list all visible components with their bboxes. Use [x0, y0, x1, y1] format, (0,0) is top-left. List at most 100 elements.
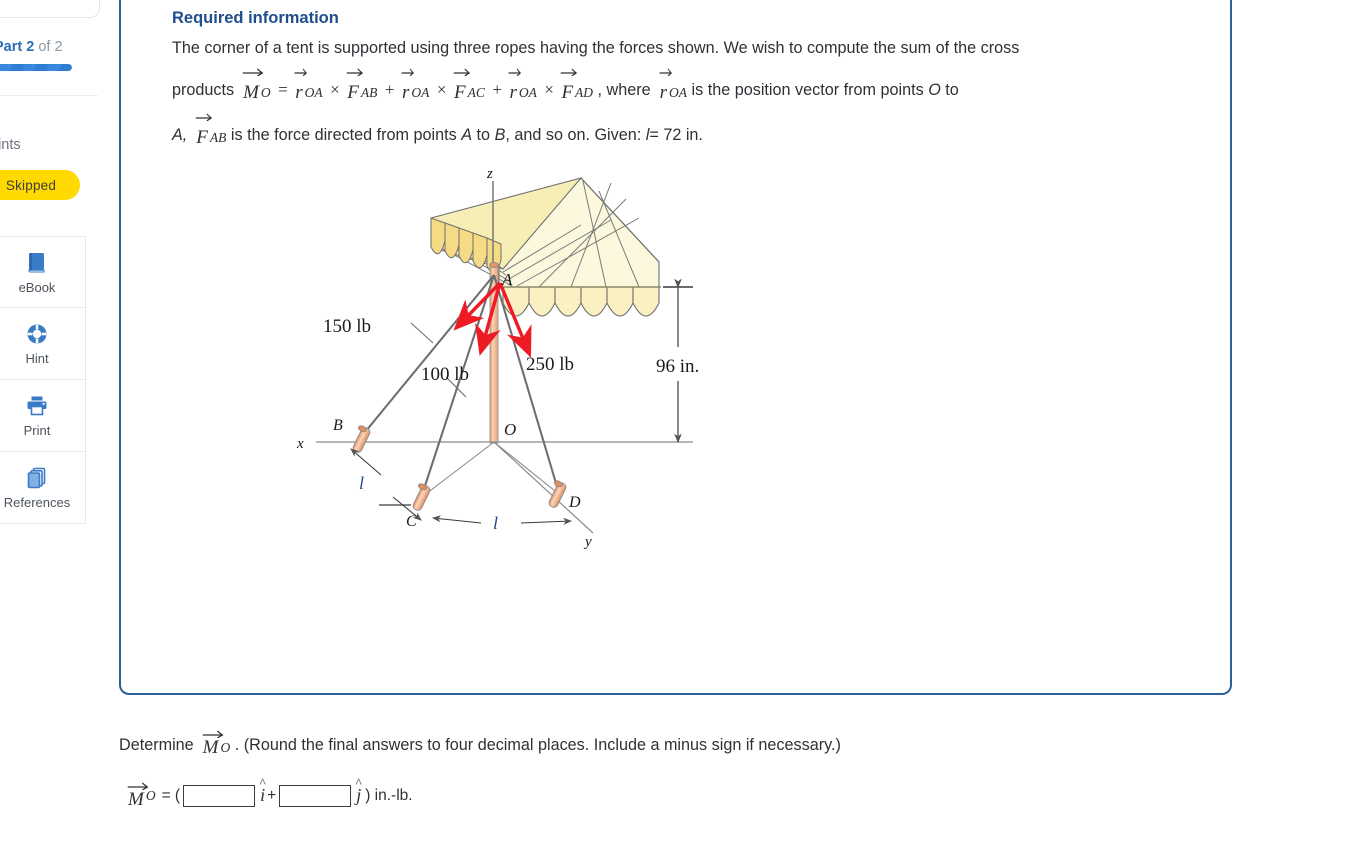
- status-badge: Skipped: [0, 170, 80, 200]
- points-label: oints: [0, 137, 21, 153]
- point-B2-italic: B: [494, 126, 506, 144]
- dimension-l-B-label: l: [359, 473, 364, 493]
- lifering-icon: [24, 321, 50, 347]
- ebook-icon: [24, 250, 50, 276]
- j-hat-accent: ^: [355, 775, 362, 790]
- progress-bar: [0, 64, 72, 71]
- stake-B: [352, 425, 371, 453]
- r-subscript-2: OA: [411, 85, 430, 100]
- given-value: = 72 in.: [649, 126, 703, 144]
- sidebar-item-hint[interactable]: Hint: [0, 308, 86, 380]
- force-vector-F-2: F: [453, 66, 471, 111]
- F-symbol-1: F: [347, 82, 359, 103]
- point-A-italic: A,: [172, 126, 188, 144]
- tail-text-1: is the position vector from points: [691, 81, 924, 99]
- plus-sign-2: +: [492, 80, 502, 99]
- answer-equation-row: MO = ( ^ i + ^ j ) in.-lb.: [127, 775, 1128, 811]
- force-label-150lb: 150 lb: [323, 316, 371, 337]
- r-symbol-3: r: [509, 82, 517, 103]
- sidebar-item-references-label: References: [3, 495, 71, 510]
- force-vector-F-3: F: [561, 66, 578, 111]
- sidebar-item-references[interactable]: References: [0, 452, 86, 524]
- dimension-96in: 96 in.: [656, 278, 699, 444]
- answer-M-subscript: O: [220, 740, 231, 755]
- answer-eq-open: = (: [161, 786, 181, 804]
- part-of-total: of 2: [38, 39, 63, 55]
- part-word: Part: [0, 39, 23, 55]
- page-title: Required information: [172, 9, 339, 27]
- moment-vector-M: M: [242, 66, 264, 111]
- to-text-2: to: [476, 126, 491, 144]
- canopy-front-scallops: [502, 286, 660, 317]
- rope-AC: [421, 274, 495, 496]
- axis-y-label: y: [583, 534, 592, 550]
- printer-icon: [24, 393, 50, 419]
- equals-sign: =: [278, 80, 288, 99]
- dimension-l-CD-label: l: [493, 513, 498, 533]
- base-line-OC: [421, 441, 495, 498]
- answer-input-j[interactable]: [279, 784, 352, 807]
- F-symbol-2: F: [453, 82, 466, 103]
- r-symbol-4: r: [659, 82, 668, 103]
- r-symbol-2: r: [401, 82, 410, 103]
- answer-input-i[interactable]: [183, 784, 256, 807]
- axis-z-label: z: [486, 166, 493, 182]
- sidebar-item-print-label: Print: [23, 423, 51, 438]
- dimension-96in-label: 96 in.: [656, 356, 699, 377]
- F-subscript-AB: AB: [360, 85, 378, 100]
- dimension-l-B: l: [350, 448, 422, 521]
- dimension-l-CD: l: [431, 513, 573, 533]
- pole-top-cap: [489, 261, 499, 269]
- force-vector-F-1: F: [346, 66, 364, 111]
- position-vector-r-2: r: [401, 66, 414, 111]
- cross-product-2: ×: [436, 80, 447, 99]
- question-panel: Required information The corner of a ten…: [119, 0, 1232, 695]
- part-number: 2: [26, 39, 35, 55]
- i-hat-accent: ^: [259, 775, 266, 790]
- position-vector-r-1: r: [294, 66, 308, 111]
- tent-diagram: z x y B C D 150 lb 100 lb 250 lb A O 96 …: [281, 165, 731, 550]
- cross-product-1: ×: [330, 80, 340, 99]
- sidebar-divider: [0, 95, 98, 96]
- F-subscript-AD: AD: [575, 85, 594, 100]
- r-subscript-3: OA: [518, 85, 537, 100]
- force-label-250lb: 250 lb: [526, 354, 574, 375]
- question-line-1: The corner of a tent is supported using …: [172, 39, 1020, 57]
- stake-C: [412, 483, 431, 511]
- j-hat-symbol: ^ j: [354, 775, 363, 806]
- determine-word: Determine: [119, 736, 194, 754]
- F-subscript-AB-2: AB: [209, 130, 227, 145]
- plus-sign-1: +: [384, 80, 395, 99]
- F-symbol-4: F: [196, 127, 208, 148]
- point-A2-italic: A: [461, 126, 473, 144]
- r-symbol: r: [295, 82, 303, 103]
- answer-units: ) in.-lb.: [365, 786, 413, 804]
- sidebar-item-ebook-label: eBook: [18, 279, 56, 295]
- sidebar-tool-list: eBook Hint Print References: [0, 236, 86, 524]
- question-text: The corner of a tent is supported using …: [172, 31, 1202, 156]
- determine-tail-text: . (Round the final answers to four decim…: [234, 736, 841, 754]
- where-text: , where: [597, 81, 651, 99]
- tail-text-2: is the force directed from points: [230, 126, 457, 144]
- r-subscript-1: OA: [304, 85, 323, 100]
- position-vector-r-3: r: [508, 66, 522, 111]
- cross-product-3: ×: [544, 80, 554, 99]
- M-subscript: O: [260, 85, 271, 100]
- i-hat-symbol: ^ i: [258, 775, 267, 806]
- axis-y-line: [493, 441, 594, 534]
- r-subscript-4: OA: [669, 85, 688, 100]
- leader-150lb: [410, 322, 434, 344]
- status-badge-label: Skipped: [5, 177, 57, 193]
- sidebar-item-hint-label: Hint: [25, 351, 49, 366]
- point-B-label: B: [333, 417, 343, 434]
- sidebar-item-ebook[interactable]: eBook: [0, 236, 86, 308]
- F-subscript-AC: AC: [467, 85, 485, 100]
- to-text: to: [945, 81, 959, 99]
- position-vector-r-4: r: [659, 66, 672, 111]
- sidebar-item-print[interactable]: Print: [0, 380, 86, 452]
- left-sidebar: Part 2 of 2 oints Skipped eBook: [0, 0, 100, 865]
- copy-pages-icon: [24, 465, 50, 491]
- progress-bar-fill: [0, 64, 72, 71]
- sidebar-top-card: [0, 0, 100, 18]
- point-O-italic: O: [928, 81, 941, 99]
